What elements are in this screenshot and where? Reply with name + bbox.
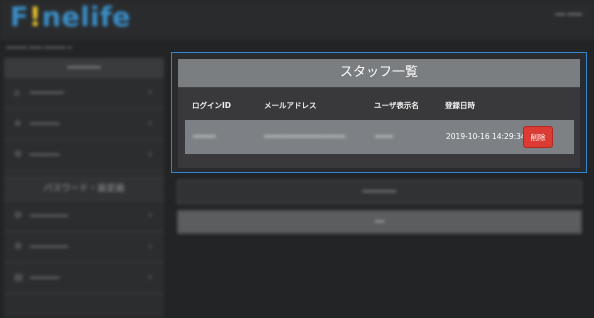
- document-icon: ▤: [14, 273, 23, 283]
- chevron-right-icon: ›: [148, 272, 152, 283]
- sidebar-item: ▤ ━━━━━━━ ›: [4, 263, 164, 294]
- chevron-right-icon: ›: [148, 241, 152, 252]
- account-menu: ━━ ━━━: [555, 10, 582, 19]
- settings-icon: ⚙: [14, 242, 23, 252]
- sidebar-item: ⚙ ━━━━━━━ ›: [4, 140, 164, 171]
- delete-button[interactable]: 削除: [523, 126, 553, 148]
- cell-login-id: ━━━━━: [193, 132, 216, 141]
- sidebar-header: ━━━━━━━: [4, 58, 164, 78]
- column-header-email: メールアドレス: [264, 101, 317, 110]
- register-staff-button: ━━━━━━━: [177, 180, 582, 204]
- chevron-right-icon: ›: [148, 210, 152, 221]
- sidebar-item: ≡ ━━━━━━━ ›: [4, 109, 164, 140]
- column-header-login-id: ログインID: [192, 101, 232, 110]
- table-row: ━━━━━ ━━━━━━━━━━━━━━━━━━ ━━━━ 2019-10-16…: [185, 120, 574, 154]
- sidebar-section-header: パスワード・設定画: [4, 177, 164, 201]
- settings-icon: ⚙: [14, 211, 23, 221]
- column-header-display-name: ユーザ表示名: [374, 101, 419, 110]
- cell-display-name: ━━━━: [375, 132, 394, 141]
- list-icon: ≡: [14, 119, 22, 129]
- cell-email: ━━━━━━━━━━━━━━━━━━: [264, 132, 346, 141]
- staff-list-modal: スタッフ一覧 ログインID メールアドレス ユーザ表示名 登録日時 ━━━━━ …: [171, 52, 587, 173]
- gear-icon: ⚙: [14, 150, 23, 160]
- top-bar: F!nelife ━━ ━━━: [0, 0, 594, 40]
- app-logo: F!nelife: [10, 2, 131, 33]
- sidebar-item: ⚙ ━━━━━━━━━ ›: [4, 201, 164, 232]
- cell-registered-at: 2019-10-16 14:29:34: [446, 132, 526, 141]
- modal-title: スタッフ一覧: [178, 59, 580, 87]
- chevron-right-icon: ›: [148, 149, 152, 160]
- sidebar-item: ⌂ ━━━━━━━━ ›: [4, 78, 164, 109]
- staff-table: ログインID メールアドレス ユーザ表示名 登録日時 ━━━━━ ━━━━━━━…: [178, 87, 580, 168]
- chevron-right-icon: ›: [148, 87, 152, 98]
- home-icon: ⌂: [14, 88, 20, 98]
- sidebar: ━━━━━━━ ⌂ ━━━━━━━━ › ≡ ━━━━━━━ › ⚙ ━━━━━…: [4, 58, 164, 318]
- table-header: ログインID メールアドレス ユーザ表示名 登録日時: [178, 96, 580, 116]
- column-header-registered-at: 登録日時: [445, 101, 475, 110]
- chevron-right-icon: ›: [148, 118, 152, 129]
- sidebar-item: ⚙ ━━━━━━━━━ ›: [4, 232, 164, 263]
- breadcrumb: ━━━━━ ━━━ ━━━━━ ━: [6, 44, 72, 52]
- back-button: ━━: [177, 210, 582, 234]
